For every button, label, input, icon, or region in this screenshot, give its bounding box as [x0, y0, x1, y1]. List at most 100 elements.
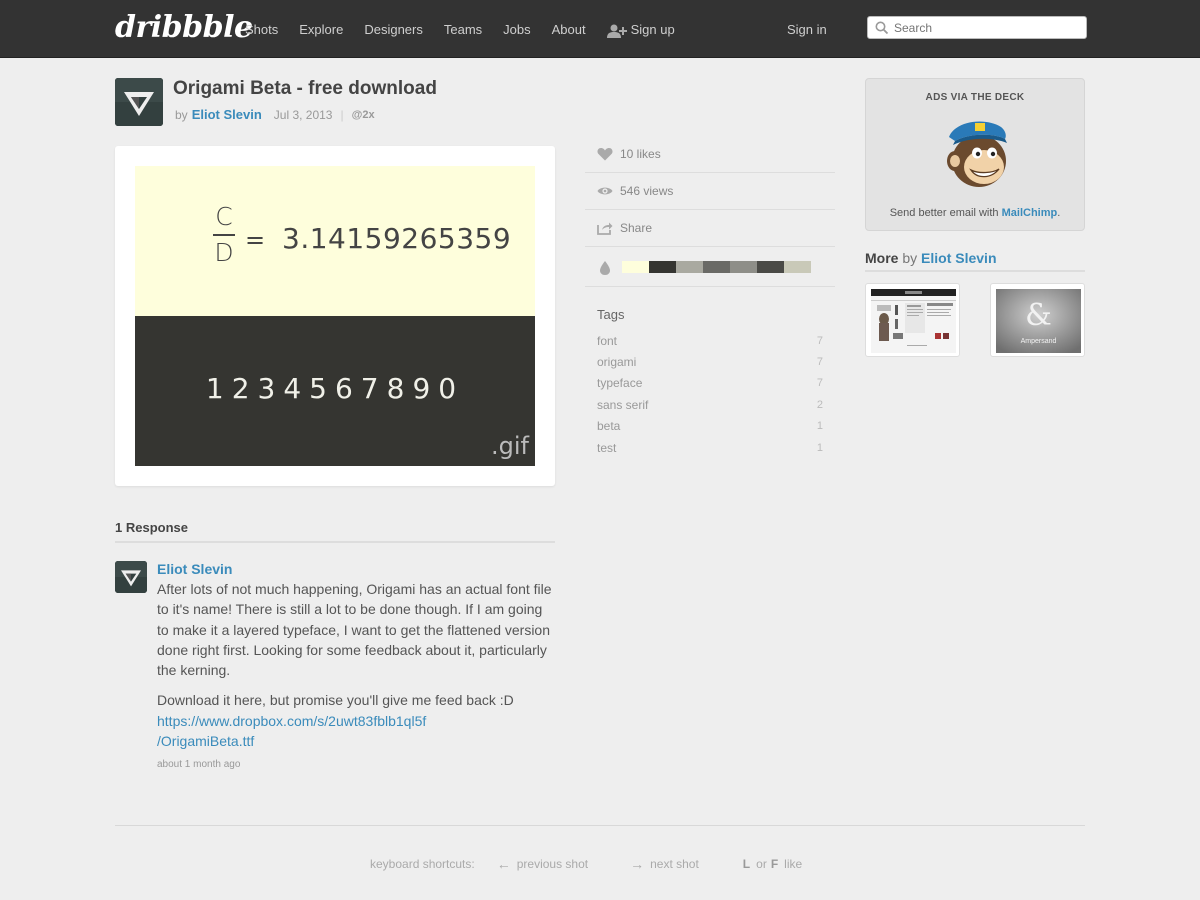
color-swatch[interactable]	[676, 260, 703, 273]
more-shot-thumbnail[interactable]: & Ampersand	[990, 283, 1085, 357]
dropbox-link[interactable]: https://www.dropbox.com/s/2uwt83fblb1ql5…	[157, 713, 426, 749]
more-by: by	[902, 250, 918, 266]
previous-shot-link[interactable]: previous shot	[517, 857, 588, 871]
commenter-avatar[interactable]	[115, 561, 147, 593]
tag-name: origami	[597, 355, 637, 370]
color-swatch[interactable]	[622, 260, 649, 273]
nav-explore[interactable]: Explore	[299, 22, 343, 37]
nav-designers[interactable]: Designers	[364, 22, 423, 37]
digit-sample: 1234567890	[205, 372, 465, 405]
shot-byline: by Eliot Slevin Jul 3, 2013 | @2x	[175, 107, 375, 122]
mailchimp-logo	[939, 115, 1015, 191]
tag-count: 2	[816, 398, 823, 411]
signup-label: Sign up	[630, 22, 675, 37]
color-swatch[interactable]	[730, 260, 757, 273]
tag-list: font 7 origami 7 typeface 7 sans serif 2 beta 1 te…	[597, 330, 823, 458]
color-palette-row	[585, 247, 835, 287]
shot-frame: C D = 3.14159265359 1234567890 .gif	[115, 146, 555, 486]
shot-title: Origami Beta - free download	[173, 78, 437, 99]
share-row[interactable]: Share	[585, 210, 835, 247]
nav-jobs[interactable]: Jobs	[503, 22, 530, 37]
pi-value: 3.14159265359	[282, 222, 512, 255]
ad-text: Send better email with MailChimp.	[866, 207, 1084, 219]
tag-row[interactable]: origami 7	[597, 351, 823, 372]
comment-timestamp: about 1 month ago	[157, 759, 241, 770]
color-swatch[interactable]	[784, 260, 811, 273]
comment-body: After lots of not much happening, Origam…	[157, 579, 557, 761]
author-avatar[interactable]	[115, 78, 163, 126]
tag-row[interactable]: typeface 7	[597, 373, 823, 394]
gif-label: .gif	[491, 432, 529, 460]
divider: |	[340, 107, 344, 122]
signin-link[interactable]: Sign in	[787, 22, 827, 37]
share-label: Share	[620, 221, 653, 235]
likes-row[interactable]: 10 likes	[585, 136, 835, 173]
color-swatch[interactable]	[703, 260, 730, 273]
comment-paragraph: After lots of not much happening, Origam…	[157, 581, 552, 679]
tag-name: font	[597, 333, 618, 348]
tag-name: beta	[597, 419, 621, 434]
tag-name: typeface	[597, 376, 643, 391]
resolution-badge[interactable]: @2x	[352, 109, 375, 121]
ad-text-prefix: Send better email with	[889, 207, 999, 219]
views-count: 546 views	[620, 184, 674, 198]
more-author-link[interactable]: Eliot Slevin	[921, 250, 996, 266]
top-bar: dribbble Shots Explore Designers Teams J…	[0, 0, 1200, 58]
nav-teams[interactable]: Teams	[444, 22, 482, 37]
fraction-bar	[213, 234, 235, 236]
shot-meta: 10 likes 546 views Share Tags font 7 origa…	[585, 136, 835, 458]
footer-divider	[115, 825, 1085, 826]
tag-row[interactable]: sans serif 2	[597, 394, 823, 415]
ampersand-label: Ampersand	[1021, 338, 1057, 345]
share-icon	[597, 221, 613, 235]
likes-count: 10 likes	[620, 147, 661, 161]
keyboard-shortcuts: keyboard shortcuts: ← previous shot → ne…	[370, 856, 802, 872]
color-swatch[interactable]	[757, 260, 784, 273]
search-icon	[875, 21, 889, 35]
key-l: L	[742, 857, 751, 871]
tag-row[interactable]: beta 1	[597, 416, 823, 437]
ad-label: ADS VIA THE DECK	[925, 92, 1025, 103]
fraction-denominator: D	[214, 238, 234, 267]
ad-box[interactable]: ADS VIA THE DECK Send better email with …	[865, 78, 1085, 231]
tag-count: 7	[816, 377, 823, 390]
nav-about[interactable]: About	[552, 22, 586, 37]
comment-download-text: Download it here, but promise you'll giv…	[157, 692, 514, 709]
author-link[interactable]: Eliot Slevin	[192, 107, 262, 122]
more-shot-thumbnail[interactable]	[865, 283, 960, 357]
tag-name: test	[597, 440, 617, 455]
dribbble-logo[interactable]: dribbble	[115, 10, 253, 45]
nav-shots[interactable]: Shots	[245, 22, 278, 37]
by-prefix: by	[175, 107, 188, 122]
ampersand-glyph: &	[1025, 298, 1052, 333]
shot-image-top: C D = 3.14159265359	[135, 166, 535, 316]
fraction: C D	[213, 202, 235, 268]
comment-author-link[interactable]: Eliot Slevin	[157, 561, 232, 577]
search-input[interactable]	[894, 20, 1074, 35]
thumbnail-image: & Ampersand	[996, 289, 1081, 353]
color-swatch[interactable]	[649, 260, 676, 273]
ad-brand-link[interactable]: MailChimp	[1002, 207, 1058, 219]
eye-icon	[597, 184, 613, 198]
tag-row[interactable]: test 1	[597, 437, 823, 458]
responses-heading: 1 Response	[115, 520, 555, 543]
equals-sign: =	[245, 226, 266, 254]
like-text: like	[784, 857, 803, 871]
search-box[interactable]	[867, 16, 1087, 39]
color-palette	[622, 260, 811, 273]
ad-text-suffix: .	[1057, 207, 1061, 219]
thumbnail-image	[871, 289, 956, 353]
tags-title: Tags	[597, 307, 625, 322]
fraction-numerator: C	[215, 202, 233, 231]
nav-signup[interactable]: Sign up	[606, 22, 675, 38]
next-shot-link[interactable]: next shot	[650, 857, 699, 871]
key-f: F	[770, 857, 779, 871]
shot-image[interactable]: C D = 3.14159265359 1234567890 .gif	[135, 166, 535, 466]
tag-row[interactable]: font 7	[597, 330, 823, 351]
views-row: 546 views	[585, 173, 835, 210]
tag-name: sans serif	[597, 397, 649, 412]
more-by-heading: More by Eliot Slevin	[865, 250, 1085, 272]
heart-icon	[597, 147, 613, 161]
tag-count: 1	[816, 420, 823, 433]
right-arrow-icon: →	[630, 856, 645, 872]
